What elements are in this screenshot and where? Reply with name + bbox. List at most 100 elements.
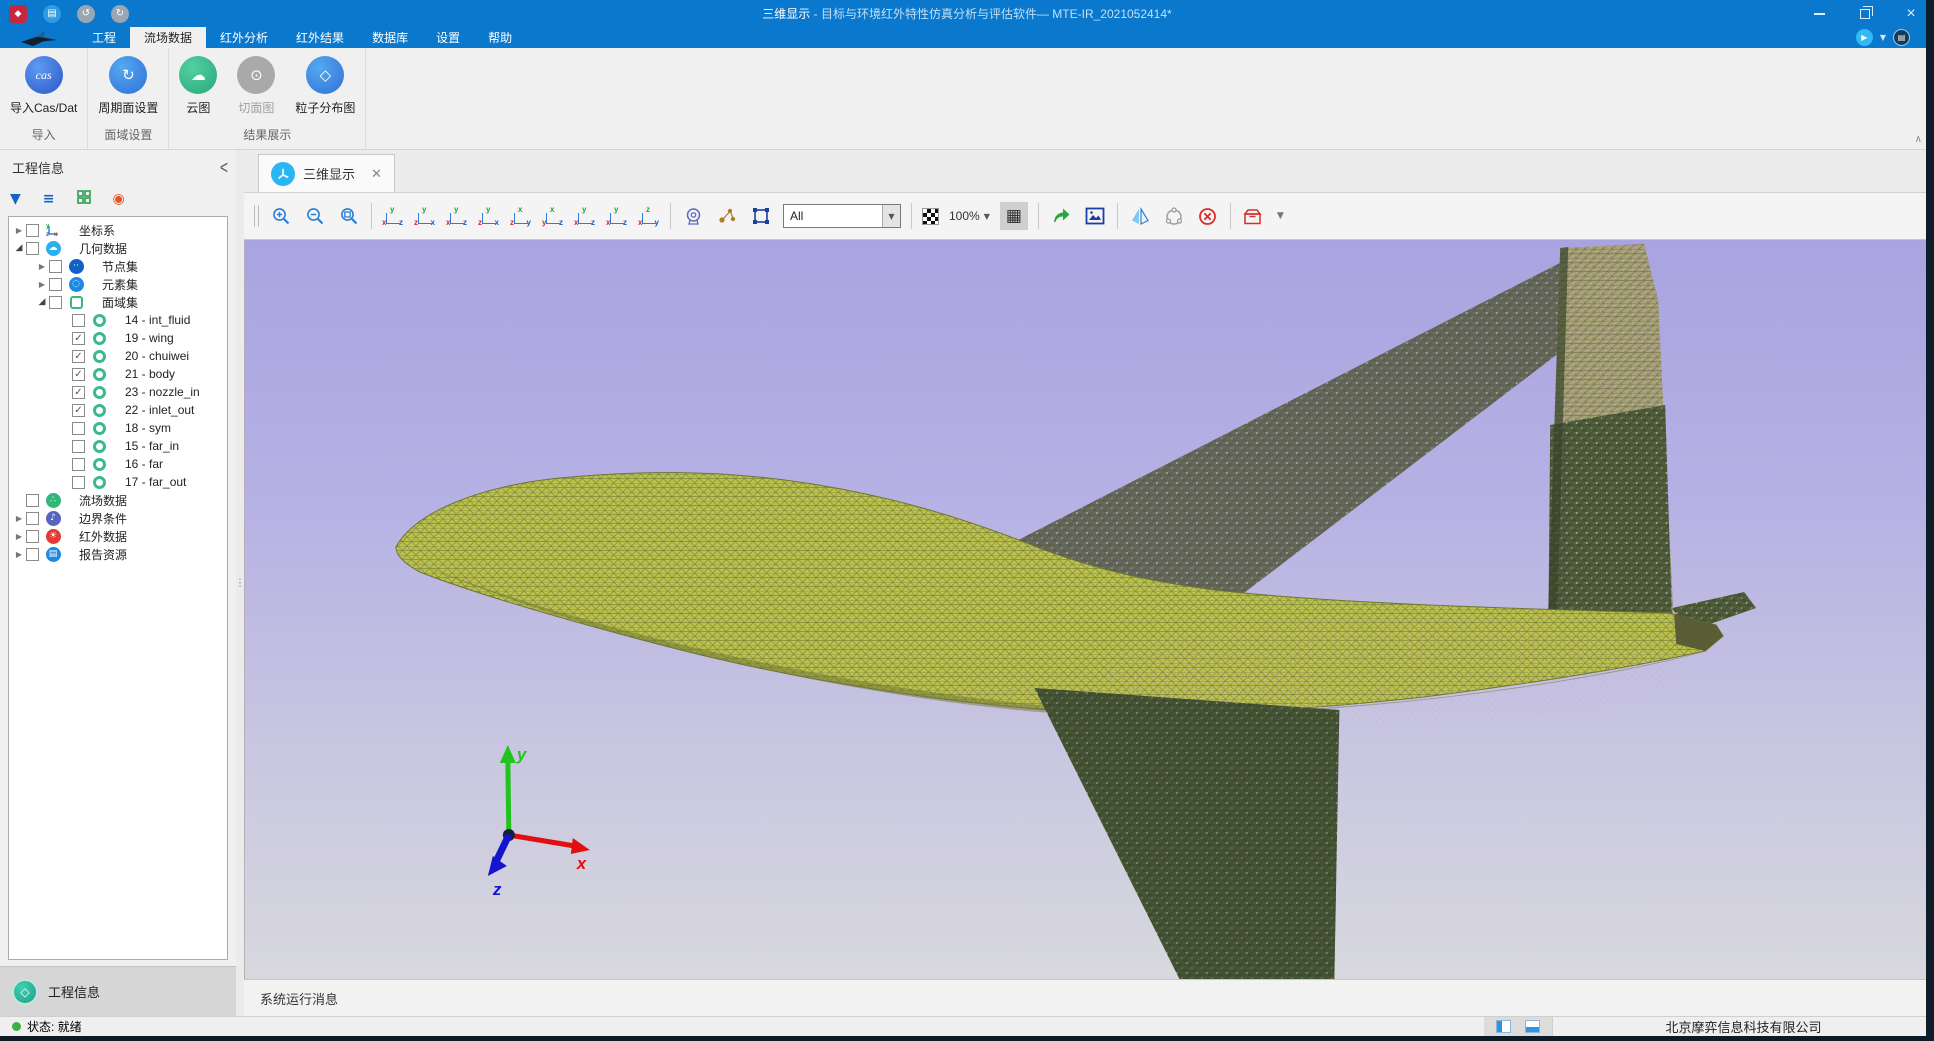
system-message-panel[interactable]: 系统运行消息: [244, 979, 1934, 1016]
zoom-in-icon[interactable]: [269, 202, 293, 230]
expand-open-icon[interactable]: ◢: [13, 243, 25, 253]
menu-project[interactable]: 工程: [78, 27, 130, 48]
display-filter-select[interactable]: All ▼: [783, 204, 901, 228]
delete-icon[interactable]: [1196, 202, 1220, 230]
expand-closed-icon[interactable]: ▶: [36, 262, 48, 271]
particle-trace-icon[interactable]: [715, 202, 739, 230]
visibility-checkbox[interactable]: [26, 548, 39, 561]
tree-item[interactable]: 14 - int_fluid: [9, 311, 227, 329]
redo-button[interactable]: ↻: [111, 5, 129, 23]
package-icon[interactable]: [1241, 202, 1265, 230]
menu-database[interactable]: 数据库: [358, 27, 422, 48]
help-book-icon[interactable]: ▤: [1893, 29, 1910, 46]
import-cas-dat-button[interactable]: cas导入Cas/Dat: [0, 54, 87, 118]
particle-distribution-button[interactable]: ◇粒子分布图: [285, 54, 365, 118]
visibility-checkbox[interactable]: ✓: [72, 332, 85, 345]
visibility-checkbox[interactable]: [26, 530, 39, 543]
visibility-checkbox[interactable]: [72, 440, 85, 453]
tree-item[interactable]: 16 - far: [9, 455, 227, 473]
zoom-level-dropdown[interactable]: 100%▼: [949, 209, 990, 223]
visibility-checkbox[interactable]: ✓: [72, 404, 85, 417]
toolbar-drag-handle[interactable]: [254, 205, 259, 227]
menu-help[interactable]: 帮助: [474, 27, 526, 48]
iso-view-3-icon[interactable]: zxy: [638, 206, 660, 226]
tree-item[interactable]: ✓23 - nozzle_in: [9, 383, 227, 401]
visibility-checkbox[interactable]: ✓: [72, 350, 85, 363]
panel-splitter[interactable]: ⋮: [236, 150, 244, 1016]
grid-view-icon[interactable]: [77, 190, 91, 208]
tree-item[interactable]: ✓19 - wing: [9, 329, 227, 347]
visibility-checkbox[interactable]: [72, 458, 85, 471]
view-left-icon[interactable]: yxz: [446, 206, 468, 226]
box-select-icon[interactable]: [749, 202, 773, 230]
visibility-checkbox[interactable]: [72, 314, 85, 327]
app-logo-button[interactable]: ◆: [9, 5, 27, 23]
tree-item[interactable]: ▶yzx坐标系: [9, 221, 227, 239]
view-front-icon[interactable]: yxz: [382, 206, 404, 226]
run-icon[interactable]: ▶: [1856, 29, 1873, 46]
menu-ir-results[interactable]: 红外结果: [282, 27, 358, 48]
visibility-checkbox[interactable]: ✓: [72, 368, 85, 381]
expand-closed-icon[interactable]: ▶: [13, 514, 25, 523]
tab-close-icon[interactable]: ✕: [371, 166, 382, 182]
tree-item[interactable]: ◢☁几何数据: [9, 239, 227, 257]
panel-footer[interactable]: ◇ 工程信息: [0, 966, 236, 1016]
tree-item[interactable]: ∴流场数据: [9, 491, 227, 509]
probe-icon[interactable]: [681, 202, 705, 230]
tree-item[interactable]: ▶▤报告资源: [9, 545, 227, 563]
visibility-checkbox[interactable]: [49, 260, 62, 273]
tree-item[interactable]: ▶☀红外数据: [9, 527, 227, 545]
aircraft-model[interactable]: y x z: [245, 240, 1934, 979]
outline-list-icon[interactable]: ≡: [43, 191, 55, 207]
menu-settings[interactable]: 设置: [422, 27, 474, 48]
zoom-out-icon[interactable]: [303, 202, 327, 230]
expand-closed-icon[interactable]: ▶: [13, 550, 25, 559]
export-icon[interactable]: [1049, 202, 1073, 230]
menu-ir-analysis[interactable]: 红外分析: [206, 27, 282, 48]
chevron-down-icon[interactable]: ▼: [1277, 211, 1284, 221]
ribbon-collapse-icon[interactable]: ∧: [1915, 134, 1922, 145]
tree-item[interactable]: ▶··节点集: [9, 257, 227, 275]
chevron-down-icon[interactable]: ▼: [1880, 33, 1886, 42]
expand-closed-icon[interactable]: ▶: [13, 226, 25, 235]
tree-item[interactable]: 15 - far_in: [9, 437, 227, 455]
chevron-down-icon[interactable]: ▼: [882, 205, 900, 227]
visibility-checkbox[interactable]: ✓: [72, 386, 85, 399]
restore-button[interactable]: [1842, 0, 1888, 27]
viewport-3d[interactable]: y x z: [244, 240, 1934, 979]
visibility-checkbox[interactable]: [49, 296, 62, 309]
tree-item[interactable]: 17 - far_out: [9, 473, 227, 491]
view-bottom-icon[interactable]: xyz: [542, 206, 564, 226]
layout-bottom-panel-icon[interactable]: [1525, 1020, 1540, 1033]
iso-view-2-icon[interactable]: yxz: [606, 206, 628, 226]
tree-item[interactable]: ✓21 - body: [9, 365, 227, 383]
locate-target-icon[interactable]: ◉: [113, 191, 125, 207]
visibility-checkbox[interactable]: [72, 422, 85, 435]
expand-open-icon[interactable]: ◢: [36, 297, 48, 307]
contour-map-button[interactable]: ☁云图: [169, 54, 227, 118]
visibility-checkbox[interactable]: [26, 494, 39, 507]
tree-item[interactable]: ▶♪边界条件: [9, 509, 227, 527]
tree-item[interactable]: ✓20 - chuiwei: [9, 347, 227, 365]
filter-icon[interactable]: ▼: [10, 191, 21, 207]
visibility-checkbox[interactable]: [26, 512, 39, 525]
expand-closed-icon[interactable]: ▶: [36, 280, 48, 289]
visibility-checkbox[interactable]: [26, 224, 39, 237]
layout-left-panel-icon[interactable]: [1496, 1020, 1511, 1033]
transparency-icon[interactable]: [922, 208, 939, 225]
panel-collapse-icon[interactable]: <: [220, 157, 228, 178]
snapshot-icon[interactable]: [1083, 202, 1107, 230]
tree-item[interactable]: 18 - sym: [9, 419, 227, 437]
section-sphere-icon[interactable]: [1162, 202, 1186, 230]
tree-item[interactable]: ✓22 - inlet_out: [9, 401, 227, 419]
tree-item[interactable]: ▶◌元素集: [9, 275, 227, 293]
visibility-checkbox[interactable]: [72, 476, 85, 489]
visibility-checkbox[interactable]: [49, 278, 62, 291]
expand-closed-icon[interactable]: ▶: [13, 532, 25, 541]
view-right-icon[interactable]: yzx: [478, 206, 500, 226]
tab-3d-view[interactable]: 三维显示 ✕: [258, 154, 395, 192]
tree-item[interactable]: ◢面域集: [9, 293, 227, 311]
view-back-icon[interactable]: yzx: [414, 206, 436, 226]
visibility-checkbox[interactable]: [26, 242, 39, 255]
mirror-icon[interactable]: [1128, 202, 1152, 230]
